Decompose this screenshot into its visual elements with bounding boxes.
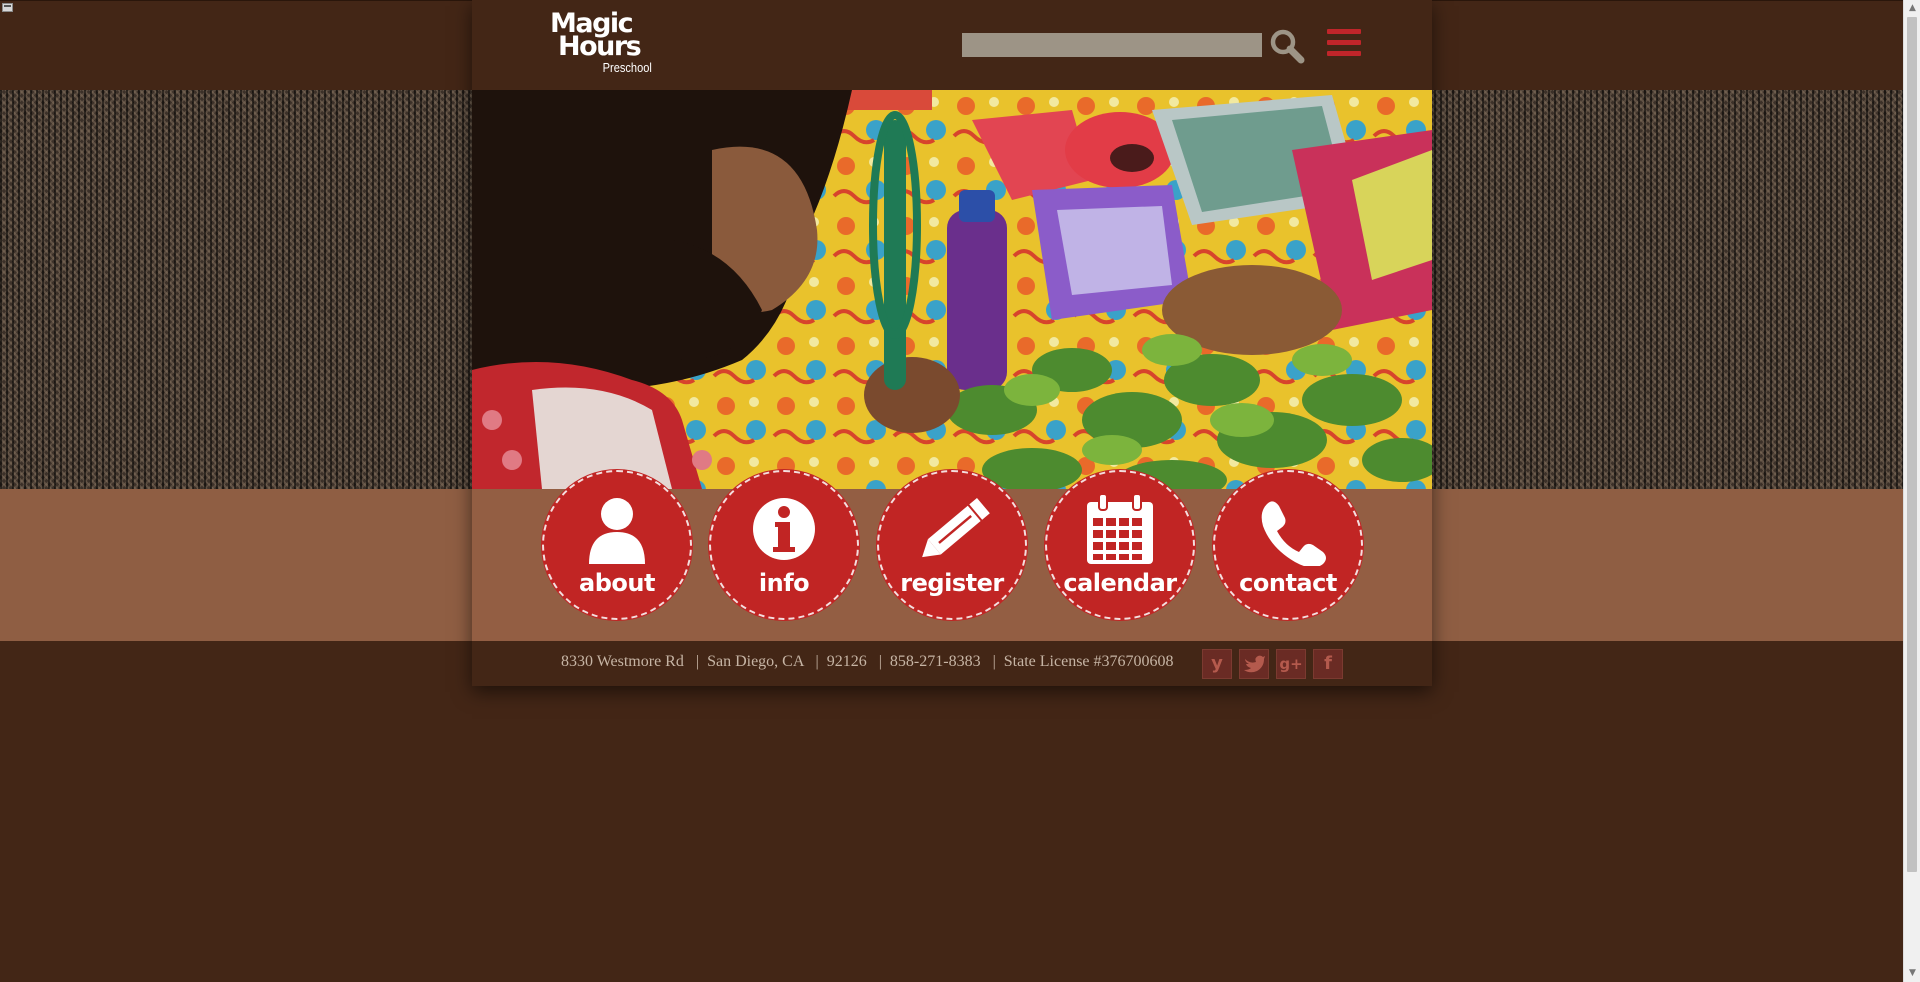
nav-about-label: about — [579, 569, 655, 597]
menu-bar — [1327, 51, 1361, 56]
menu-bar — [1327, 40, 1361, 45]
nav-register-label: register — [900, 569, 1004, 597]
nav-info-button[interactable]: info — [709, 470, 859, 620]
main-nav: about info register calendar contact — [472, 470, 1432, 641]
twitter-bird-glyph — [1244, 655, 1265, 673]
nav-contact-label: contact — [1239, 569, 1337, 597]
person-icon — [589, 498, 645, 564]
google-plus-icon[interactable]: g+ — [1276, 649, 1306, 679]
scroll-up-arrow-icon[interactable]: ▲ — [1904, 0, 1920, 17]
nav-register-button[interactable]: register — [877, 470, 1027, 620]
search-button[interactable] — [1268, 28, 1306, 64]
site-header: Magic Hours Preschool — [472, 0, 1432, 90]
nav-calendar-label: calendar — [1063, 569, 1177, 597]
window-icon — [2, 3, 13, 12]
facebook-icon[interactable]: f — [1313, 649, 1343, 679]
footer-info: 8330 Westmore Rd | San Diego, CA | 92126 |… — [561, 653, 1174, 671]
site-footer: 8330 Westmore Rd | San Diego, CA | 92126 |… — [472, 641, 1432, 686]
hamburger-menu-icon[interactable] — [1327, 29, 1361, 59]
nav-info-label: info — [758, 569, 810, 597]
calendar-icon — [1087, 494, 1153, 564]
footer-separator: | — [878, 653, 882, 670]
nav-about-button[interactable]: about — [542, 470, 692, 620]
bottom-background — [0, 641, 1903, 982]
twitter-icon[interactable] — [1239, 649, 1269, 679]
footer-phone[interactable]: 858-271-8383 — [890, 653, 981, 670]
footer-separator: | — [815, 653, 819, 670]
phone-icon — [1261, 501, 1326, 566]
nav-contact-button[interactable]: contact — [1213, 470, 1363, 620]
search-icon — [1270, 29, 1305, 64]
logo-line-hours: Hours — [558, 31, 642, 62]
site-logo[interactable]: Magic Hours Preschool — [550, 10, 660, 78]
footer-zip: 92126 — [826, 653, 867, 670]
menu-bar — [1327, 29, 1361, 34]
footer-separator: | — [992, 653, 996, 670]
logo-line-preschool: Preschool — [602, 60, 652, 75]
hero-photo-illustration — [472, 90, 1432, 489]
yelp-icon[interactable]: y — [1202, 649, 1232, 679]
vertical-scrollbar[interactable]: ▲ ▼ — [1903, 0, 1920, 982]
nav-calendar-button[interactable]: calendar — [1045, 470, 1195, 620]
footer-license: State License #376700608 — [1003, 653, 1174, 670]
info-icon — [753, 498, 815, 560]
page-container: Magic Hours Preschool about info registe… — [472, 0, 1432, 686]
hero-photo — [472, 90, 1432, 489]
search-input[interactable] — [962, 33, 1262, 57]
footer-separator: | — [695, 653, 700, 670]
footer-city: San Diego, CA — [707, 653, 804, 670]
pencil-icon — [922, 497, 990, 558]
scrollbar-thumb[interactable] — [1907, 17, 1917, 872]
scroll-down-arrow-icon[interactable]: ▼ — [1904, 965, 1920, 982]
footer-address: 8330 Westmore Rd — [561, 653, 684, 670]
